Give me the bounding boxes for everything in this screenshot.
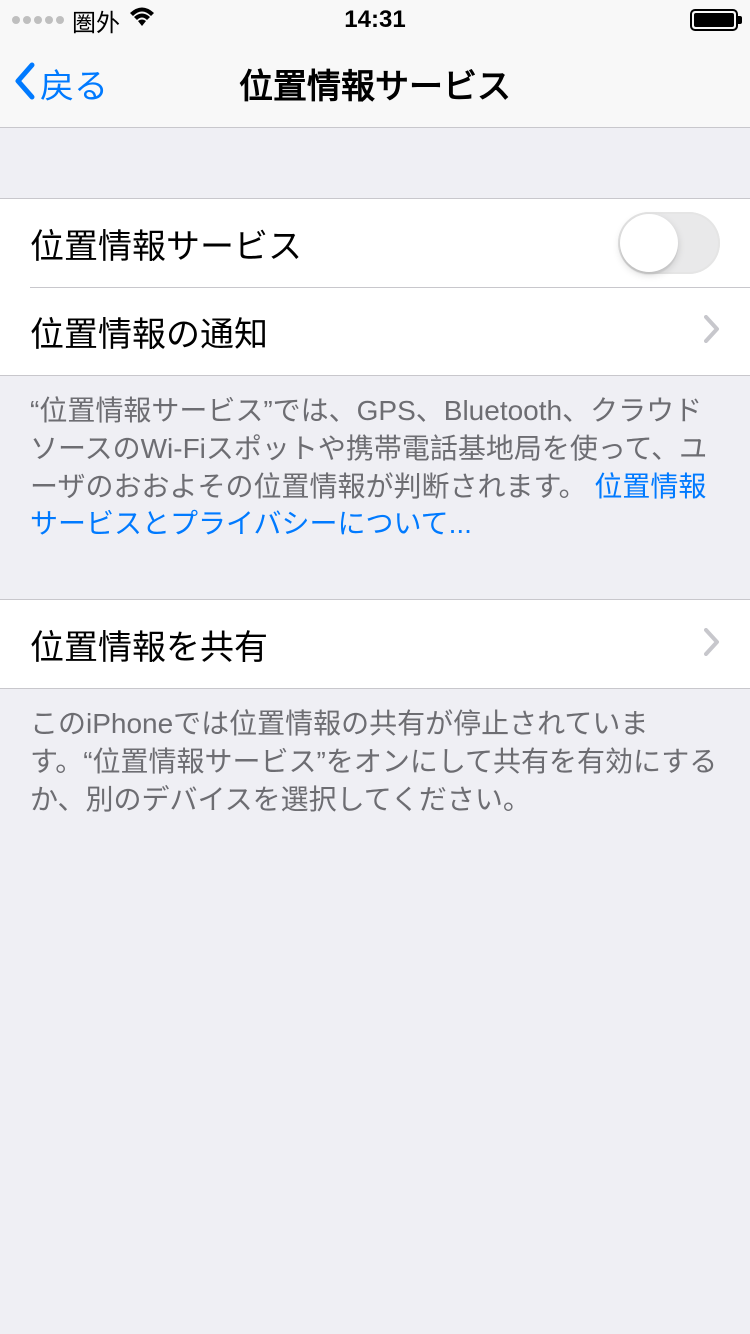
- group-1-footer: “位置情報サービス”では、GPS、Bluetooth、クラウドソースのWi-Fi…: [0, 376, 750, 559]
- back-button-label: 戻る: [40, 59, 108, 108]
- content-area: 位置情報サービス 位置情報の通知 “位置情報サービス”では、GPS、Blueto…: [0, 128, 750, 835]
- wifi-icon: [128, 6, 156, 35]
- toggle-knob: [620, 214, 678, 272]
- location-services-cell[interactable]: 位置情報サービス: [0, 199, 750, 287]
- status-time: 14:31: [344, 6, 405, 34]
- chevron-right-icon: [704, 623, 720, 665]
- settings-group-1: 位置情報サービス 位置情報の通知: [0, 198, 750, 376]
- cell-label: 位置情報を共有: [30, 620, 268, 669]
- page-title: 位置情報サービス: [239, 59, 511, 108]
- back-button[interactable]: 戻る: [12, 59, 108, 108]
- navigation-bar: 戻る 位置情報サービス: [0, 40, 750, 128]
- carrier-label: 圏外: [72, 3, 120, 38]
- status-left: 圏外: [12, 3, 156, 38]
- location-services-toggle[interactable]: [618, 212, 720, 274]
- group-2-footer: このiPhoneでは位置情報の共有が停止されています。“位置情報サービス”をオン…: [0, 689, 750, 834]
- chevron-right-icon: [704, 310, 720, 352]
- chevron-left-icon: [12, 61, 36, 106]
- cellular-signal-icon: [12, 16, 64, 24]
- location-alerts-cell[interactable]: 位置情報の通知: [0, 287, 750, 375]
- cell-label: 位置情報の通知: [30, 307, 268, 356]
- settings-group-2: 位置情報を共有: [0, 599, 750, 689]
- footer-text-content: このiPhoneでは位置情報の共有が停止されています。“位置情報サービス”をオン…: [30, 708, 717, 815]
- share-location-cell[interactable]: 位置情報を共有: [0, 600, 750, 688]
- battery-icon: [690, 9, 738, 31]
- status-bar: 圏外 14:31: [0, 0, 750, 40]
- cell-label: 位置情報サービス: [30, 219, 302, 268]
- status-right: [690, 9, 738, 31]
